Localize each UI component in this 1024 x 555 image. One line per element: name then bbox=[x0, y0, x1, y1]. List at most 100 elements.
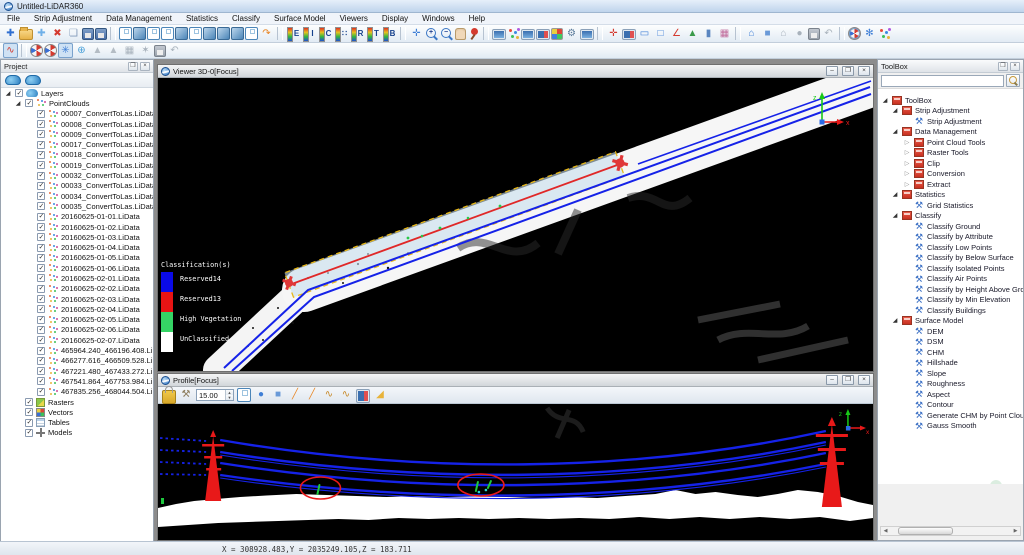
toolbox-tree-item[interactable]: Aspect bbox=[878, 389, 1023, 400]
expander-icon[interactable] bbox=[903, 139, 911, 146]
bottom-view-icon[interactable] bbox=[147, 27, 160, 40]
height-measure-icon[interactable]: ▲ bbox=[685, 26, 700, 41]
undo-icon[interactable]: ↶ bbox=[167, 43, 182, 58]
layer-tree-item[interactable]: 00017_ConvertToLas.LiData bbox=[1, 139, 153, 149]
display-by-blend-icon[interactable]: B bbox=[382, 26, 397, 41]
front-view-icon[interactable] bbox=[189, 27, 202, 40]
display-by-time-icon[interactable]: T bbox=[366, 26, 381, 41]
layer-group-button[interactable] bbox=[25, 75, 41, 85]
layer-checkbox[interactable] bbox=[37, 357, 45, 365]
right-view-icon[interactable] bbox=[175, 27, 188, 40]
menu-item[interactable]: Windows bbox=[415, 13, 461, 25]
layer-tree-item[interactable]: Layers bbox=[1, 88, 153, 98]
toolbox-tree-item[interactable]: Classify Low Points bbox=[878, 242, 1023, 253]
add-pointcloud-button[interactable] bbox=[5, 75, 21, 85]
close-button[interactable]: × bbox=[858, 66, 870, 76]
save-icon[interactable] bbox=[82, 28, 94, 40]
back-view-icon[interactable] bbox=[203, 27, 216, 40]
layer-checkbox[interactable] bbox=[37, 130, 45, 138]
layer-tree-item[interactable]: 465964.240_466196.408.LiData bbox=[1, 345, 153, 355]
layer-tree-item[interactable]: 467835.256_468044.504.LiData bbox=[1, 387, 153, 397]
render-settings-gear-icon[interactable]: ⚙ bbox=[564, 26, 579, 41]
expander-icon[interactable] bbox=[891, 107, 899, 114]
strip-align-alt-icon[interactable] bbox=[44, 44, 57, 57]
layer-tree-item[interactable]: 00018_ConvertToLas.LiData bbox=[1, 150, 153, 160]
layer-tree-item[interactable]: 466277.616_466509.528.LiData bbox=[1, 356, 153, 366]
display-by-intensity-icon[interactable]: I bbox=[302, 26, 317, 41]
layer-tree-item[interactable]: 20160625-01-04.LiData bbox=[1, 242, 153, 252]
layer-checkbox[interactable] bbox=[37, 233, 45, 241]
expander-icon[interactable] bbox=[903, 181, 911, 188]
point-select-icon[interactable]: ● bbox=[254, 388, 268, 402]
cube-range-icon[interactable] bbox=[237, 388, 251, 402]
toolbox-tree-item[interactable]: Surface Model bbox=[878, 316, 1023, 327]
layer-checkbox[interactable] bbox=[37, 172, 45, 180]
grid-mesh-icon[interactable]: ▦ bbox=[122, 43, 137, 58]
layer-tree-item[interactable]: 20160625-01-06.LiData bbox=[1, 263, 153, 273]
layer-tree-item[interactable]: 20160625-02-02.LiData bbox=[1, 284, 153, 294]
polygon-select-icon[interactable]: ⌂ bbox=[744, 26, 759, 41]
toolbox-tree-item[interactable]: Raster Tools bbox=[878, 148, 1023, 159]
select-class-points-icon[interactable] bbox=[878, 27, 891, 40]
layer-tree-item[interactable]: 00032_ConvertToLas.LiData bbox=[1, 170, 153, 180]
layer-checkbox[interactable] bbox=[37, 377, 45, 385]
display-settings-icon[interactable] bbox=[521, 29, 535, 40]
edit-profile-icon[interactable]: ⚒ bbox=[179, 388, 193, 402]
rect-select-profile-icon[interactable]: ■ bbox=[271, 388, 285, 402]
strip-align-icon[interactable] bbox=[30, 44, 43, 57]
panel-float-button[interactable]: ❐ bbox=[998, 62, 1008, 71]
toolbox-tree-item[interactable]: Classify by Below Surface bbox=[878, 253, 1023, 264]
layer-checkbox[interactable] bbox=[37, 274, 45, 282]
menu-item[interactable]: Data Management bbox=[99, 13, 179, 25]
fit-ground-line-icon[interactable]: ∿ bbox=[322, 388, 336, 402]
layer-tree-item[interactable]: 20160625-01-01.LiData bbox=[1, 212, 153, 222]
layer-tree-item[interactable]: 20160625-02-04.LiData bbox=[1, 304, 153, 314]
layer-tree-item[interactable]: 467541.864_467753.984.LiData bbox=[1, 376, 153, 386]
layer-checkbox[interactable] bbox=[37, 223, 45, 231]
scroll-left-icon[interactable]: ◀ bbox=[881, 527, 890, 535]
toolbox-tree-item[interactable]: Point Cloud Tools bbox=[878, 137, 1023, 148]
restore-button[interactable]: ❐ bbox=[842, 375, 854, 385]
expander-icon[interactable] bbox=[903, 170, 911, 177]
layer-checkbox[interactable] bbox=[25, 419, 33, 427]
pin-view-icon[interactable] bbox=[467, 27, 480, 40]
layer-checkbox[interactable] bbox=[37, 151, 45, 159]
layer-checkbox[interactable] bbox=[37, 254, 45, 262]
viewer-3d-viewport[interactable]: z x Classification(s) bbox=[158, 78, 873, 371]
top-view-icon[interactable] bbox=[133, 27, 146, 40]
search-icon[interactable] bbox=[1006, 74, 1020, 87]
layer-tree-item[interactable]: 00034_ConvertToLas.LiData bbox=[1, 191, 153, 201]
lock-profile-icon[interactable] bbox=[162, 390, 176, 404]
clean-profile-icon[interactable]: ◢ bbox=[373, 388, 387, 402]
layer-checkbox[interactable] bbox=[37, 213, 45, 221]
toolbox-tree-item[interactable]: Data Management bbox=[878, 127, 1023, 138]
toolbox-tree-item[interactable]: Extract bbox=[878, 179, 1023, 190]
expander-icon[interactable] bbox=[881, 97, 889, 104]
toolbox-tree-item[interactable]: Gauss Smooth bbox=[878, 421, 1023, 432]
ortho-view-icon[interactable] bbox=[245, 27, 258, 40]
length-measure-icon[interactable]: ▭ bbox=[637, 26, 652, 41]
add-data-icon[interactable]: ✚ bbox=[3, 26, 18, 41]
toolbox-tree-item[interactable]: Roughness bbox=[878, 379, 1023, 390]
layer-checkbox[interactable] bbox=[37, 347, 45, 355]
spin-down-button[interactable]: ▼ bbox=[226, 395, 233, 400]
back-face-view-icon[interactable] bbox=[231, 27, 244, 40]
class-color-table-icon[interactable] bbox=[551, 28, 563, 40]
layer-checkbox[interactable] bbox=[37, 388, 45, 396]
menu-item[interactable]: Surface Model bbox=[267, 13, 333, 25]
rotate-view-icon[interactable]: ↷ bbox=[259, 26, 274, 41]
toolbox-tree-item[interactable]: Classify Air Points bbox=[878, 274, 1023, 285]
layer-checkbox[interactable] bbox=[37, 367, 45, 375]
menu-item[interactable]: Display bbox=[375, 13, 415, 25]
layer-checkbox[interactable] bbox=[37, 161, 45, 169]
toolbox-tree-item[interactable]: Grid Statistics bbox=[878, 200, 1023, 211]
subtract-selection-icon[interactable]: ✻ bbox=[862, 26, 877, 41]
layer-checkbox[interactable] bbox=[25, 398, 33, 406]
layer-checkbox[interactable] bbox=[37, 110, 45, 118]
save-as-icon[interactable] bbox=[95, 28, 107, 40]
title-bar[interactable]: Untitled-LiDAR360 bbox=[0, 0, 1024, 13]
scrollbar-thumb[interactable] bbox=[898, 527, 953, 535]
expander-icon[interactable] bbox=[4, 90, 12, 97]
layer-tree-item[interactable]: 20160625-02-07.LiData bbox=[1, 335, 153, 345]
layer-checkbox[interactable] bbox=[37, 316, 45, 324]
